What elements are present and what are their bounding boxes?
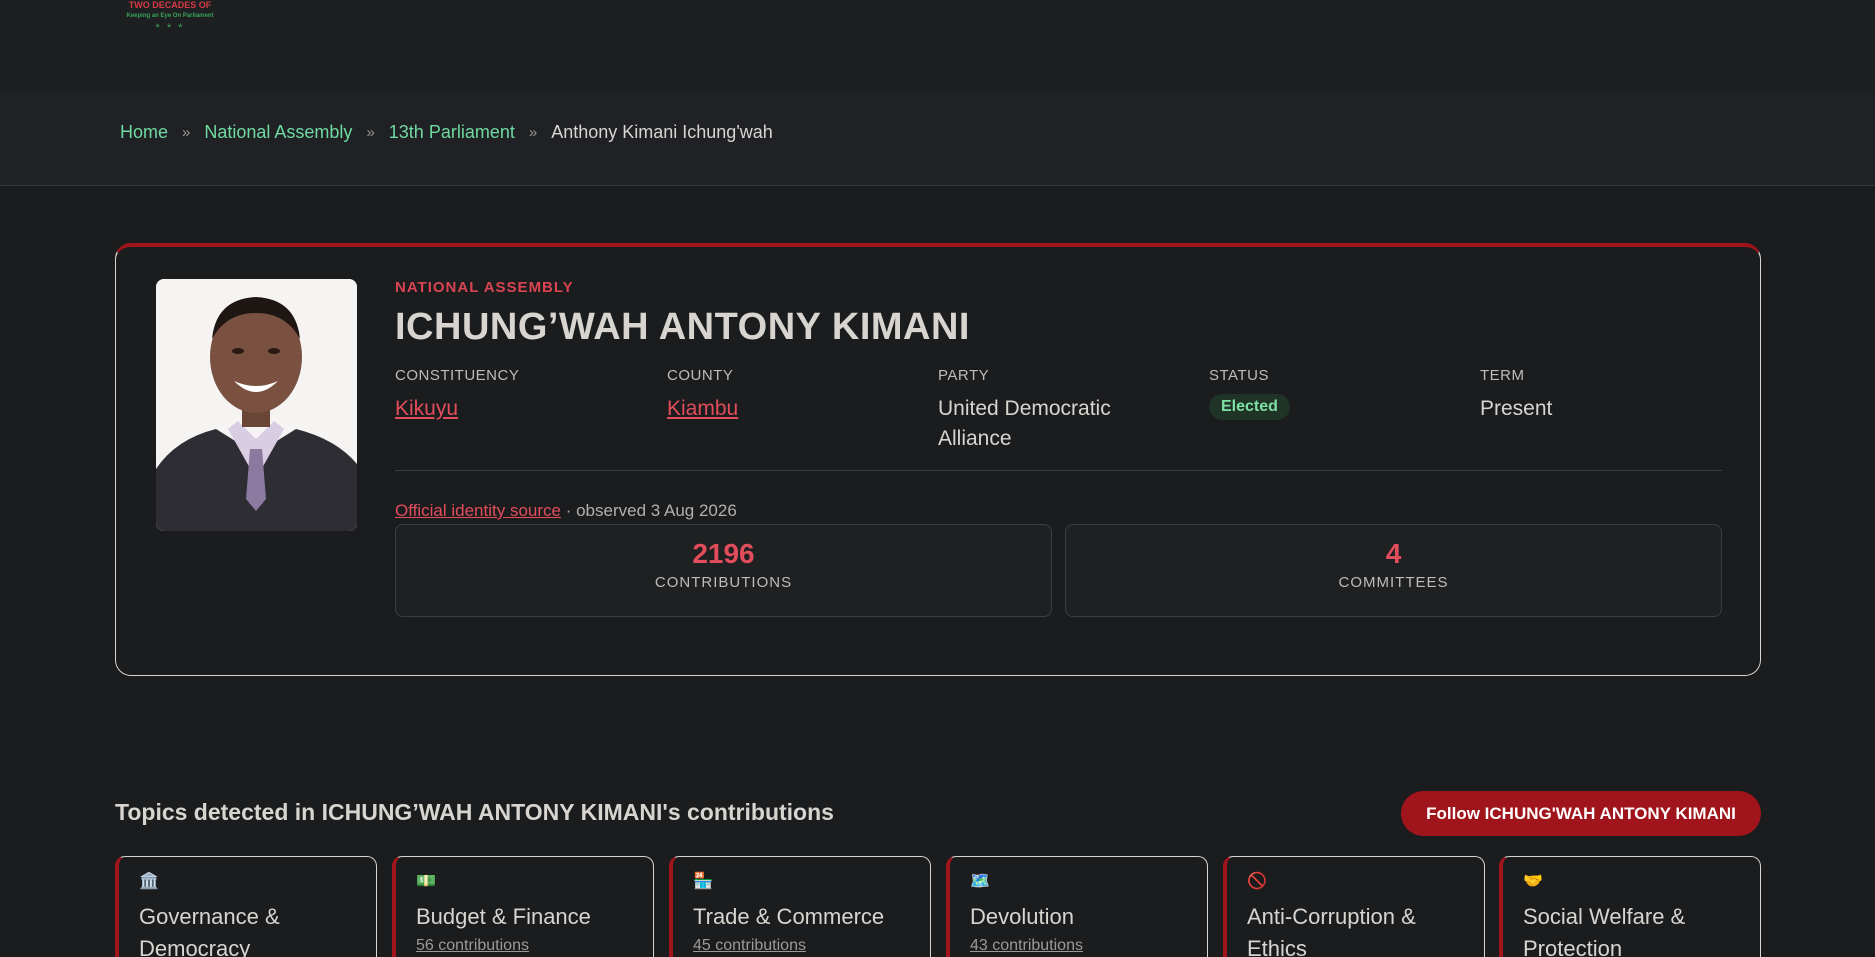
breadcrumb-current: Anthony Kimani Ichung'wah [551, 122, 773, 142]
committees-count: 4 [1385, 538, 1402, 569]
topic-title: Budget & Finance [416, 904, 591, 929]
topic-card-devolution[interactable]: 🗺️ Devolution 43 contributions [946, 856, 1208, 957]
fact-term: TERM Present [1480, 367, 1700, 424]
status-label: STATUS [1209, 367, 1269, 384]
topic-title: Anti-Corruption & Ethics [1247, 904, 1416, 957]
building-icon: 🏛️ [139, 873, 159, 890]
fact-constituency: CONSTITUENCY Kikuyu [395, 367, 645, 424]
site-header: TWO DECADES OF Keeping an Eye On Parliam… [0, 0, 1875, 92]
money-icon: 💵 [416, 873, 436, 890]
mp-info: NATIONAL ASSEMBLY ICHUNG’WAH ANTONY KIMA… [395, 279, 1722, 617]
map-icon: 🗺️ [970, 873, 990, 890]
handshake-icon: 🤝 [1523, 873, 1543, 890]
logo-line2: Keeping an Eye On Parliament [126, 13, 214, 19]
term-value: Present [1480, 397, 1553, 420]
party-label: PARTY [938, 367, 990, 384]
breadcrumb-separator: » [182, 124, 191, 141]
breadcrumb-home[interactable]: Home [120, 122, 168, 143]
official-identity-source-link[interactable]: Official identity source [395, 501, 561, 520]
observed-date: · observed 3 Aug 2026 [560, 501, 737, 520]
topic-card-budget[interactable]: 💵 Budget & Finance 56 contributions [392, 856, 654, 957]
topic-title: Governance & Democracy [139, 904, 280, 957]
topic-count[interactable]: 45 contributions [693, 937, 910, 955]
constituency-link[interactable]: Kikuyu [395, 394, 645, 424]
breadcrumb-13th-parliament[interactable]: 13th Parliament [389, 122, 515, 143]
topic-card-governance[interactable]: 🏛️ Governance & Democracy [115, 856, 377, 957]
logo-line1: TWO DECADES OF [128, 0, 212, 10]
contributions-label: CONTRIBUTIONS [654, 574, 793, 591]
term-label: TERM [1480, 367, 1525, 384]
party-value: United Democratic Alliance [938, 397, 1111, 450]
constituency-label: CONSTITUENCY [395, 367, 520, 384]
breadcrumb-separator: » [528, 124, 538, 141]
topic-title: Devolution [970, 904, 1074, 929]
fact-county: COUNTY Kiambu [667, 367, 917, 424]
committees-stat[interactable]: 4 COMMITTEES [1065, 524, 1722, 617]
store-icon: 🏪 [693, 873, 713, 890]
topic-card-anti-corruption[interactable]: 🚫 Anti-Corruption & Ethics [1223, 856, 1485, 957]
topic-count[interactable]: 56 contributions [416, 937, 633, 955]
house-label: NATIONAL ASSEMBLY [395, 279, 574, 296]
follow-button[interactable]: Follow ICHUNG'WAH ANTONY KIMANI [1401, 791, 1761, 836]
breadcrumb-bar: Home » National Assembly » 13th Parliame… [0, 92, 1875, 186]
breadcrumb: Home » National Assembly » 13th Parliame… [120, 122, 773, 143]
breadcrumb-national-assembly[interactable]: National Assembly [204, 122, 352, 143]
county-link[interactable]: Kiambu [667, 394, 917, 424]
prohibited-icon: 🚫 [1247, 873, 1267, 890]
breadcrumb-separator: » [366, 124, 375, 141]
topics-heading: Topics detected in ICHUNG’WAH ANTONY KIM… [115, 799, 834, 825]
mp-facts: CONSTITUENCY Kikuyu COUNTY Kiambu PARTY … [395, 367, 1722, 471]
status-badge: Elected [1209, 394, 1290, 420]
topic-card-social-welfare[interactable]: 🤝 Social Welfare & Protection [1499, 856, 1761, 957]
county-label: COUNTY [667, 367, 734, 384]
topic-card-trade[interactable]: 🏪 Trade & Commerce 45 contributions [669, 856, 931, 957]
fact-status: STATUS Elected [1209, 367, 1429, 420]
topic-title: Trade & Commerce [693, 904, 885, 929]
fact-party: PARTY United Democratic Alliance [938, 367, 1158, 454]
logo-stars: * * * [155, 22, 185, 34]
topic-count[interactable]: 43 contributions [970, 937, 1187, 955]
identity-source: Official identity source · observed 3 Au… [395, 501, 1722, 521]
committees-label: COMMITTEES [1338, 574, 1449, 591]
mp-name: ICHUNG’WAH ANTONY KIMANI [395, 306, 970, 348]
contributions-stat[interactable]: 2196 CONTRIBUTIONS [395, 524, 1052, 617]
topic-title: Social Welfare & Protection [1523, 904, 1686, 957]
site-logo[interactable]: TWO DECADES OF Keeping an Eye On Parliam… [110, 0, 230, 42]
mp-profile-card: NATIONAL ASSEMBLY ICHUNG’WAH ANTONY KIMA… [115, 243, 1761, 676]
contributions-count: 2196 [692, 538, 755, 569]
mp-stats: 2196 CONTRIBUTIONS 4 COMMITTEES [395, 524, 1722, 617]
mp-photo [156, 279, 357, 531]
